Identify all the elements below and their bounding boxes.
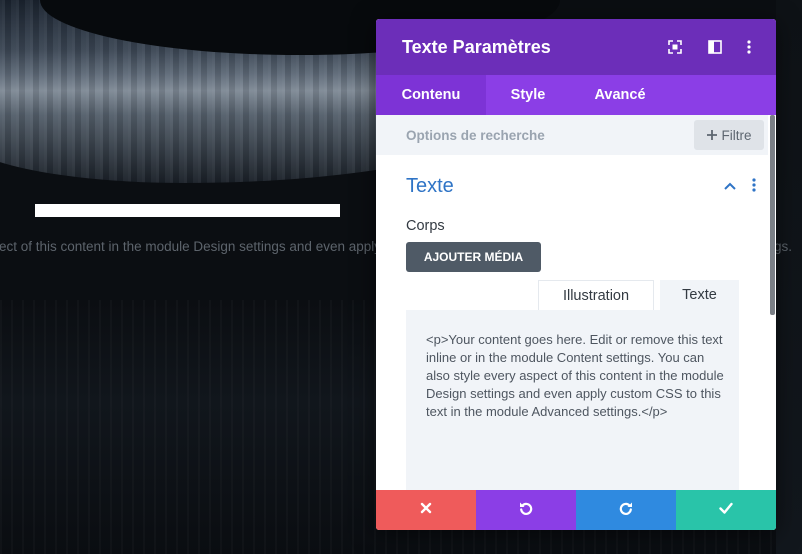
chevron-up-icon[interactable] — [723, 179, 739, 195]
page-heading-placeholder[interactable] — [35, 204, 340, 217]
check-icon — [719, 501, 733, 519]
tab-contenu[interactable]: Contenu — [376, 75, 486, 115]
filter-label: Filtre — [721, 127, 752, 143]
modal-title: Texte Paramètres — [402, 37, 551, 57]
scrollbar-thumb[interactable] — [770, 115, 775, 315]
undo-button[interactable] — [476, 490, 576, 530]
settings-tabs: Contenu Style Avancé — [376, 75, 776, 115]
undo-icon — [518, 500, 534, 521]
section-more-icon[interactable] — [746, 178, 762, 196]
editor-tab-texte[interactable]: Texte — [660, 280, 739, 310]
filter-button[interactable]: Filtre — [694, 120, 764, 150]
sidebar-layout-icon[interactable] — [706, 38, 724, 56]
field-label-corps: Corps — [406, 218, 445, 234]
text-editor[interactable]: <p>Your content goes here. Edit or remov… — [406, 310, 739, 490]
more-vertical-icon[interactable] — [740, 38, 758, 56]
modal-footer — [376, 490, 776, 530]
tab-avance[interactable]: Avancé — [570, 75, 670, 115]
add-media-button[interactable]: AJOUTER MÉDIA — [406, 242, 541, 272]
close-icon — [420, 501, 432, 519]
save-button[interactable] — [676, 490, 776, 530]
tab-style[interactable]: Style — [486, 75, 570, 115]
page-body-text[interactable]: ect of this content in the module Design… — [0, 239, 379, 257]
plus-icon — [706, 128, 717, 143]
editor-tab-illustration[interactable]: Illustration — [538, 280, 654, 310]
search-input[interactable] — [406, 126, 656, 144]
text-settings-modal: Texte Paramètres Contenu Style Avancé Op… — [376, 19, 776, 530]
background-right-edge — [776, 0, 802, 554]
expand-icon[interactable] — [666, 38, 684, 56]
page-body-text-tail[interactable]: gs. — [774, 239, 802, 257]
redo-icon — [618, 500, 634, 521]
search-bar: Filtre — [376, 115, 768, 155]
section-title[interactable]: Texte — [406, 174, 454, 198]
redo-button[interactable] — [576, 490, 676, 530]
cancel-button[interactable] — [376, 490, 476, 530]
editor-content[interactable]: <p>Your content goes here. Edit or remov… — [426, 331, 724, 421]
modal-header[interactable]: Texte Paramètres — [376, 19, 776, 75]
